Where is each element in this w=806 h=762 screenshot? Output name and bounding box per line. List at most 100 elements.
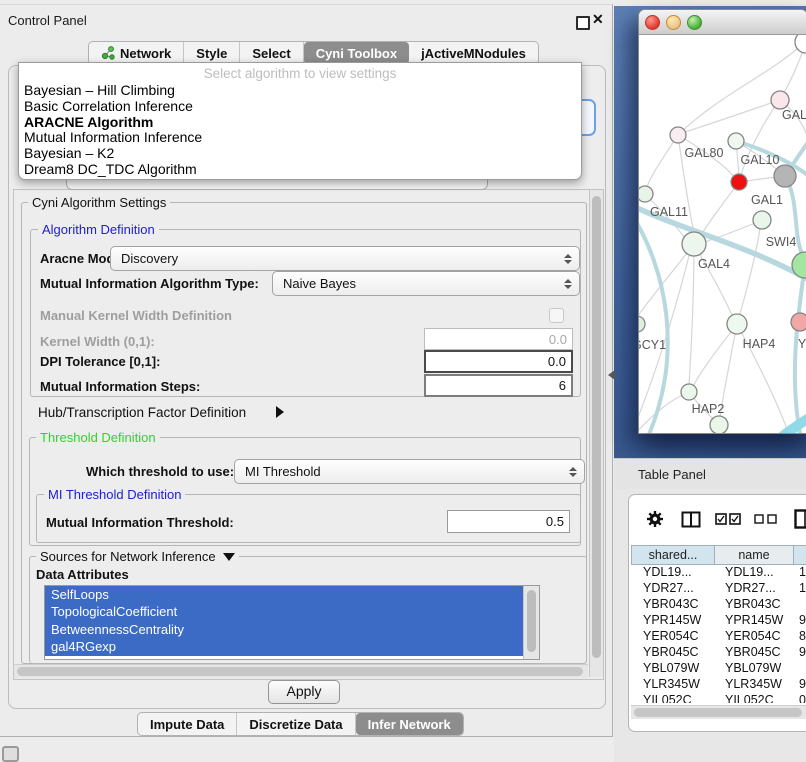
table-horizontal-scrollbar[interactable] — [631, 705, 806, 719]
aracne-mode-combo[interactable]: Discovery — [110, 246, 580, 271]
network-node[interactable] — [795, 35, 806, 53]
table-row[interactable]: YLR345WYLR345W9. — [631, 677, 806, 693]
table-cell — [795, 661, 806, 677]
float-window-icon[interactable] — [576, 16, 590, 30]
tab-impute-data[interactable]: Impute Data — [138, 713, 237, 735]
close-icon[interactable]: ✕ — [592, 11, 604, 28]
table-row[interactable]: YBR045CYBR045C9. — [631, 645, 806, 661]
network-node[interactable] — [774, 165, 796, 187]
table-column-header[interactable]: shared... — [631, 545, 714, 565]
control-panel-title: Control Panel — [8, 13, 87, 28]
network-node[interactable] — [670, 127, 686, 143]
algorithm-option[interactable]: Basic Correlation Inference — [19, 99, 581, 115]
tab-cyni-toolbox[interactable]: Cyni Toolbox — [304, 42, 409, 64]
table-row[interactable]: YDL19...YDL19...13 — [631, 565, 806, 581]
close-traffic-light-icon[interactable] — [645, 15, 660, 30]
network-node[interactable] — [681, 384, 697, 400]
network-node[interactable] — [639, 186, 653, 202]
collapse-arrow-icon[interactable] — [223, 553, 235, 561]
network-node[interactable] — [771, 91, 789, 109]
network-edge — [737, 228, 760, 324]
table-row[interactable]: YER054CYER054C8. — [631, 629, 806, 645]
zoom-traffic-light-icon[interactable] — [687, 15, 702, 30]
attributes-scrollbar[interactable] — [523, 586, 539, 659]
tab-cyni-toolbox-label: Cyni Toolbox — [316, 46, 397, 61]
table-cell: YDL19... — [717, 565, 795, 581]
table-row[interactable]: YIL052CYIL052C0. — [631, 693, 806, 703]
network-node-label: GCY1 — [639, 338, 666, 352]
table-cell: YBL079W — [717, 661, 795, 677]
attribute-item[interactable]: TopologicalCoefficient — [45, 603, 529, 620]
network-node[interactable] — [710, 416, 728, 434]
stepper-icon — [564, 254, 572, 264]
screen: Control Panel ✕ Network Style Select Cyn… — [0, 0, 806, 762]
algorithm-option[interactable]: Mutual Information Inference — [19, 130, 581, 146]
table-row[interactable]: YBR043CYBR043C — [631, 597, 806, 613]
table-cell: YER054C — [631, 629, 717, 645]
algorithm-option[interactable]: Dream8 DC_TDC Algorithm — [19, 162, 581, 178]
network-node[interactable] — [682, 232, 706, 256]
status-grid-icon[interactable] — [2, 746, 19, 762]
table-header-row: shared...nameA — [631, 545, 806, 565]
gear-icon[interactable] — [645, 509, 665, 529]
tab-network[interactable]: Network — [89, 42, 184, 64]
node-table: shared...nameA YDL19...YDL19...13YDR27..… — [631, 545, 806, 717]
kernel-width-label: Kernel Width (0,1): — [40, 334, 155, 349]
tab-style[interactable]: Style — [184, 42, 240, 64]
algorithm-option[interactable]: Bayesian – K2 — [19, 146, 581, 162]
mi-algorithm-type-combo[interactable]: Naive Bayes — [272, 271, 580, 296]
control-panel-window: Control Panel ✕ Network Style Select Cyn… — [0, 4, 613, 737]
minimize-traffic-light-icon[interactable] — [666, 15, 681, 30]
table-row[interactable]: YBL079WYBL079W — [631, 661, 806, 677]
network-node[interactable] — [791, 313, 806, 331]
table-row[interactable]: YDR27...YDR27...12 — [631, 581, 806, 597]
network-node-label: GAL11 — [650, 205, 688, 219]
network-node-label: GAL10 — [741, 153, 780, 167]
data-attributes-label: Data Attributes — [36, 567, 129, 582]
dpi-tolerance-field[interactable]: 0.0 — [424, 350, 573, 373]
mi-threshold-field[interactable]: 0.5 — [447, 510, 570, 533]
network-window-titlebar[interactable] — [639, 10, 806, 35]
tab-network-label: Network — [120, 46, 171, 61]
table-panel-title: Table Panel — [614, 467, 706, 482]
tab-select[interactable]: Select — [240, 42, 303, 64]
which-threshold-label: Which threshold to use: — [86, 464, 234, 479]
network-node[interactable] — [753, 211, 771, 229]
network-node[interactable] — [639, 316, 645, 332]
table-cell: YER054C — [717, 629, 795, 645]
algorithm-option[interactable]: ARACNE Algorithm — [19, 115, 581, 131]
network-node[interactable] — [727, 314, 747, 334]
attribute-item[interactable]: SelfLoops — [45, 586, 529, 603]
table-cell: YBR045C — [631, 645, 717, 661]
table-column-header[interactable]: name — [714, 545, 793, 565]
settings-vertical-scrollbar[interactable] — [589, 190, 603, 677]
which-threshold-combo[interactable]: MI Threshold — [234, 459, 585, 484]
settings-horizontal-scrollbar[interactable] — [14, 664, 588, 678]
hub-expand-arrow-icon[interactable] — [276, 405, 284, 423]
attribute-item[interactable]: gal4RGexp — [45, 638, 529, 655]
network-edge — [647, 135, 678, 187]
algorithm-option[interactable]: Bayesian – Hill Climbing — [19, 83, 581, 99]
attribute-item[interactable]: BetweennessCentrality — [45, 621, 529, 638]
unchecked-boxes-icon[interactable] — [754, 514, 778, 524]
mi-steps-field[interactable]: 6 — [424, 374, 573, 397]
apply-button[interactable]: Apply — [268, 680, 340, 704]
sources-title-text: Sources for Network Inference — [40, 549, 216, 564]
tab-jactivemnodules[interactable]: jActiveMNodules — [409, 42, 538, 64]
table-cell: YBR043C — [631, 597, 717, 613]
network-node[interactable] — [731, 174, 747, 190]
checked-boxes-icon[interactable] — [715, 513, 741, 525]
panel-resize-arrow-icon[interactable] — [608, 370, 615, 380]
table-cell: YBR043C — [717, 597, 795, 613]
table-cell: 8. — [795, 629, 806, 645]
table-cell: YPR145W — [717, 613, 795, 629]
table-row[interactable]: YPR145WYPR145W9. — [631, 613, 806, 629]
table-icon[interactable] — [794, 509, 806, 529]
network-node[interactable] — [728, 133, 744, 149]
tab-discretize-data[interactable]: Discretize Data — [237, 713, 355, 735]
manual-kernel-checkbox[interactable] — [549, 308, 564, 323]
tab-infer-network[interactable]: Infer Network — [356, 713, 463, 735]
split-columns-icon[interactable] — [681, 511, 701, 528]
network-canvas[interactable]: GALGAL80GAL10GAL1GAL11SWI4GAL4GCY1HAP4YH… — [639, 35, 806, 434]
table-column-header[interactable]: A — [793, 545, 806, 565]
